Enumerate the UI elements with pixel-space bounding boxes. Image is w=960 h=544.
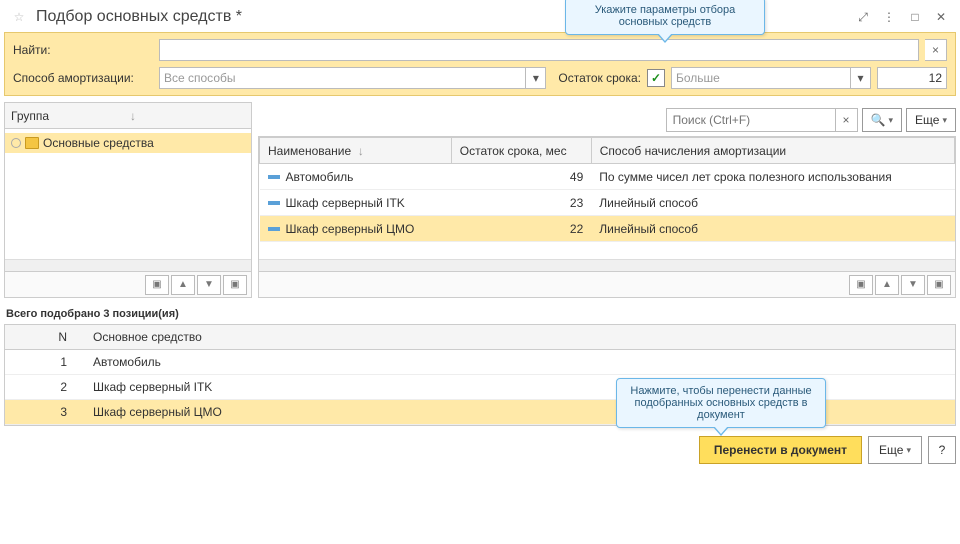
tree-expand-all-icon[interactable]: ▣ — [223, 275, 247, 295]
grid-up-icon[interactable]: ▲ — [875, 275, 899, 295]
window-title: Подбор основных средств * — [36, 8, 242, 26]
col-name[interactable]: Наименование ↓ — [260, 138, 452, 164]
sort-icon[interactable]: ↓ — [130, 109, 245, 123]
picked-col-n[interactable]: N — [5, 325, 85, 350]
col-method[interactable]: Способ начисления амортизации — [591, 138, 954, 164]
item-icon — [268, 227, 280, 231]
tree-expand-icon[interactable] — [11, 138, 21, 148]
more-footer-button[interactable]: Еще▾ — [868, 436, 922, 464]
grid-collapse-all-icon[interactable]: ▣ — [849, 275, 873, 295]
list-item[interactable]: 1Автомобиль — [5, 350, 955, 375]
find-input[interactable] — [159, 39, 919, 61]
favorite-icon[interactable]: ☆ — [10, 8, 28, 26]
transfer-button[interactable]: Перенести в документ — [699, 436, 862, 464]
remain-label: Остаток срока: — [558, 71, 641, 85]
link-icon[interactable]: ⤢ — [854, 8, 872, 26]
assets-table: Наименование ↓ Остаток срока, мес Способ… — [259, 137, 955, 242]
group-tree-pane: Группа ↓ Основные средства ▣ ▲ ▼ ▣ — [4, 102, 252, 298]
table-row[interactable]: Шкаф серверный ITK23Линейный способ — [260, 190, 955, 216]
item-icon — [268, 201, 280, 205]
tree-root-label: Основные средства — [43, 136, 154, 150]
tree-collapse-all-icon[interactable]: ▣ — [145, 275, 169, 295]
kebab-icon[interactable]: ⋮ — [880, 8, 898, 26]
col-remain[interactable]: Остаток срока, мес — [451, 138, 591, 164]
picked-col-item[interactable]: Основное средство — [85, 325, 955, 350]
advanced-search-button[interactable]: 🔍▾ — [862, 108, 902, 132]
tree-root-item[interactable]: Основные средства — [5, 133, 251, 153]
picked-summary: Всего подобрано 3 позиции(ия) — [6, 308, 956, 320]
amort-select[interactable] — [159, 67, 526, 89]
folder-icon — [25, 137, 39, 149]
remain-checkbox[interactable]: ✓ — [647, 69, 665, 87]
find-label: Найти: — [13, 43, 153, 57]
search-input[interactable] — [666, 108, 836, 132]
help-button[interactable]: ? — [928, 436, 956, 464]
table-row[interactable]: Автомобиль49По сумме чисел лет срока пол… — [260, 164, 955, 190]
grid-down-icon[interactable]: ▼ — [901, 275, 925, 295]
tree-down-icon[interactable]: ▼ — [197, 275, 221, 295]
maximize-icon[interactable]: □ — [906, 8, 924, 26]
amort-label: Способ амортизации: — [13, 71, 153, 85]
close-icon[interactable]: ✕ — [932, 8, 950, 26]
more-button[interactable]: Еще▾ — [906, 108, 956, 132]
table-row[interactable]: Шкаф серверный ЦМО22Линейный способ — [260, 216, 955, 242]
amort-dropdown-icon[interactable]: ▾ — [526, 67, 546, 89]
item-icon — [268, 175, 280, 179]
filter-bar: Укажите параметры отбора основных средст… — [4, 32, 956, 96]
scrollbar-stub[interactable] — [5, 259, 251, 271]
compare-select[interactable] — [671, 67, 851, 89]
group-header: Группа — [11, 109, 126, 123]
callout-transfer: Нажмите, чтобы перенести данные подобран… — [616, 378, 826, 428]
compare-dropdown-icon[interactable]: ▾ — [851, 67, 871, 89]
scrollbar-stub[interactable] — [259, 259, 955, 271]
search-icon: 🔍 — [871, 113, 886, 127]
callout-filter: Укажите параметры отбора основных средст… — [565, 0, 765, 35]
tree-up-icon[interactable]: ▲ — [171, 275, 195, 295]
find-clear-button[interactable]: × — [925, 39, 947, 61]
remain-value-input[interactable] — [877, 67, 947, 89]
search-clear-button[interactable]: × — [836, 108, 858, 132]
grid-expand-all-icon[interactable]: ▣ — [927, 275, 951, 295]
